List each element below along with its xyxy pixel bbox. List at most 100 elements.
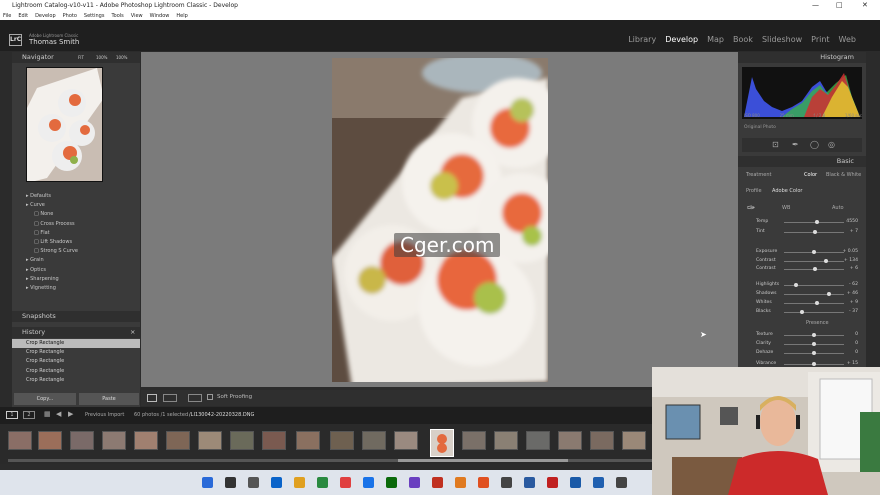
- module-slideshow[interactable]: Slideshow: [762, 35, 802, 44]
- zoom-fill[interactable]: 100%: [116, 52, 127, 63]
- filmstrip-source[interactable]: Previous Import: [85, 412, 124, 418]
- slider-clarity[interactable]: Clarity 0: [744, 339, 860, 348]
- slider-knob[interactable]: [813, 230, 818, 234]
- taskbar-app-icon[interactable]: [340, 477, 351, 488]
- slider-knob[interactable]: [800, 310, 804, 314]
- soft-proofing-checkbox[interactable]: [207, 394, 213, 400]
- taskbar-app-icon[interactable]: [409, 477, 420, 488]
- navigator-preview[interactable]: [26, 67, 103, 182]
- menu-view[interactable]: View: [131, 13, 143, 19]
- monitor-1-icon[interactable]: 1: [6, 411, 18, 419]
- slider-value[interactable]: + 134: [844, 258, 858, 263]
- minimize-icon[interactable]: —: [812, 1, 819, 9]
- wb-auto[interactable]: Auto: [832, 205, 844, 211]
- filmstrip-thumb[interactable]: [198, 431, 222, 450]
- slider-track[interactable]: [784, 303, 844, 304]
- slider-knob[interactable]: [827, 292, 831, 296]
- slider-knob[interactable]: [812, 342, 816, 346]
- slider-value[interactable]: + 7: [850, 229, 858, 234]
- preset-item[interactable]: ▸ Optics: [12, 266, 140, 275]
- taskbar-app-icon[interactable]: [616, 477, 627, 488]
- history-item[interactable]: Crop Rectangle: [12, 367, 140, 376]
- slider-value[interactable]: + 0.05: [842, 249, 858, 254]
- filmstrip-thumb[interactable]: [330, 431, 354, 450]
- mask-icon[interactable]: ◎: [828, 140, 835, 149]
- slider-track[interactable]: [784, 285, 844, 286]
- monitor-2-icon[interactable]: 2: [23, 411, 35, 419]
- module-print[interactable]: Print: [811, 35, 829, 44]
- slider-value[interactable]: - 37: [849, 309, 858, 314]
- main-photo[interactable]: [332, 58, 548, 382]
- navigator-header[interactable]: Navigator FIT 100% 100%: [12, 52, 140, 63]
- menu-develop[interactable]: Develop: [35, 13, 56, 19]
- filmstrip-thumb[interactable]: [296, 431, 320, 450]
- menu-window[interactable]: Window: [150, 13, 170, 19]
- history-clear-icon[interactable]: ×: [130, 327, 135, 338]
- close-icon[interactable]: ✕: [862, 1, 868, 9]
- history-item[interactable]: Crop Rectangle: [12, 339, 140, 349]
- filmstrip[interactable]: [0, 424, 655, 464]
- slider-shadows[interactable]: Shadows + 46: [744, 289, 860, 298]
- filmstrip-thumb[interactable]: [558, 431, 582, 450]
- slider-knob[interactable]: [813, 267, 818, 271]
- preset-item[interactable]: ▸ Sharpening: [12, 275, 140, 284]
- module-book[interactable]: Book: [733, 35, 753, 44]
- menu-file[interactable]: File: [3, 13, 11, 19]
- menu-edit[interactable]: Edit: [18, 13, 28, 19]
- slider-value[interactable]: 0: [855, 332, 858, 337]
- filmstrip-thumb[interactable]: [8, 431, 32, 450]
- slider-exposure[interactable]: Exposure + 0.05: [744, 247, 860, 256]
- menu-help[interactable]: Help: [176, 13, 187, 19]
- history-item[interactable]: Crop Rectangle: [12, 357, 140, 366]
- slider-knob[interactable]: [815, 301, 819, 305]
- filmstrip-thumb[interactable]: [230, 431, 254, 450]
- profile-select[interactable]: Adobe Color: [772, 188, 802, 194]
- filmstrip-thumb[interactable]: [102, 431, 126, 450]
- filmstrip-thumb[interactable]: [462, 431, 486, 450]
- taskbar-app-icon[interactable]: [432, 477, 443, 488]
- module-web[interactable]: Web: [839, 35, 856, 44]
- preset-item[interactable]: ▸ Vignetting: [12, 284, 140, 293]
- slider-knob[interactable]: [812, 250, 816, 254]
- before-after-icon[interactable]: [163, 394, 177, 402]
- filmstrip-thumb[interactable]: [166, 431, 190, 450]
- slider-value[interactable]: + 9: [850, 300, 858, 305]
- slider-knob[interactable]: [812, 351, 816, 355]
- zoom-fit[interactable]: FIT: [78, 52, 84, 63]
- compare-icon[interactable]: [188, 394, 202, 402]
- snapshots-header[interactable]: Snapshots: [12, 311, 140, 322]
- module-library[interactable]: Library: [628, 35, 656, 44]
- taskbar-app-icon[interactable]: [478, 477, 489, 488]
- zoom-100[interactable]: 100%: [96, 52, 107, 63]
- slider-value[interactable]: 0: [855, 341, 858, 346]
- taskbar-app-icon[interactable]: [547, 477, 558, 488]
- history-header[interactable]: History ×: [12, 327, 140, 338]
- history-item[interactable]: Crop Rectangle: [12, 348, 140, 357]
- slider-track[interactable]: [784, 294, 844, 295]
- histogram-header[interactable]: Histogram: [738, 52, 866, 63]
- eyedropper-icon[interactable]: ✑: [747, 203, 755, 214]
- slider-knob[interactable]: [824, 259, 828, 263]
- slider-dehaze[interactable]: Dehaze 0: [744, 348, 860, 357]
- filmstrip-thumb[interactable]: [394, 431, 418, 450]
- filmstrip-thumb[interactable]: [362, 431, 386, 450]
- paste-button[interactable]: Paste: [79, 393, 139, 405]
- grid-view-icon[interactable]: ▦: [44, 410, 51, 418]
- treatment-color[interactable]: Color: [804, 172, 817, 178]
- histogram-chart[interactable]: [742, 67, 862, 119]
- preset-item[interactable]: ▸ Defaults: [12, 192, 140, 201]
- slider-temp[interactable]: Temp 4550: [744, 217, 860, 226]
- loupe-view-icon[interactable]: [147, 394, 157, 402]
- filmstrip-thumb[interactable]: [262, 431, 286, 450]
- preset-item[interactable]: ▸ Grain: [12, 256, 140, 265]
- slider-value[interactable]: + 6: [850, 266, 858, 271]
- selected-thumb[interactable]: [430, 429, 454, 457]
- filmstrip-thumb[interactable]: [38, 431, 62, 450]
- slider-knob[interactable]: [812, 362, 816, 366]
- slider-whites[interactable]: Whites + 9: [744, 298, 860, 307]
- healing-icon[interactable]: ✒: [792, 140, 799, 149]
- filmstrip-scrollbar[interactable]: [8, 459, 653, 462]
- history-item[interactable]: Crop Rectangle: [12, 376, 140, 385]
- treatment-bw[interactable]: Black & White: [826, 172, 861, 178]
- taskbar-app-icon[interactable]: [570, 477, 581, 488]
